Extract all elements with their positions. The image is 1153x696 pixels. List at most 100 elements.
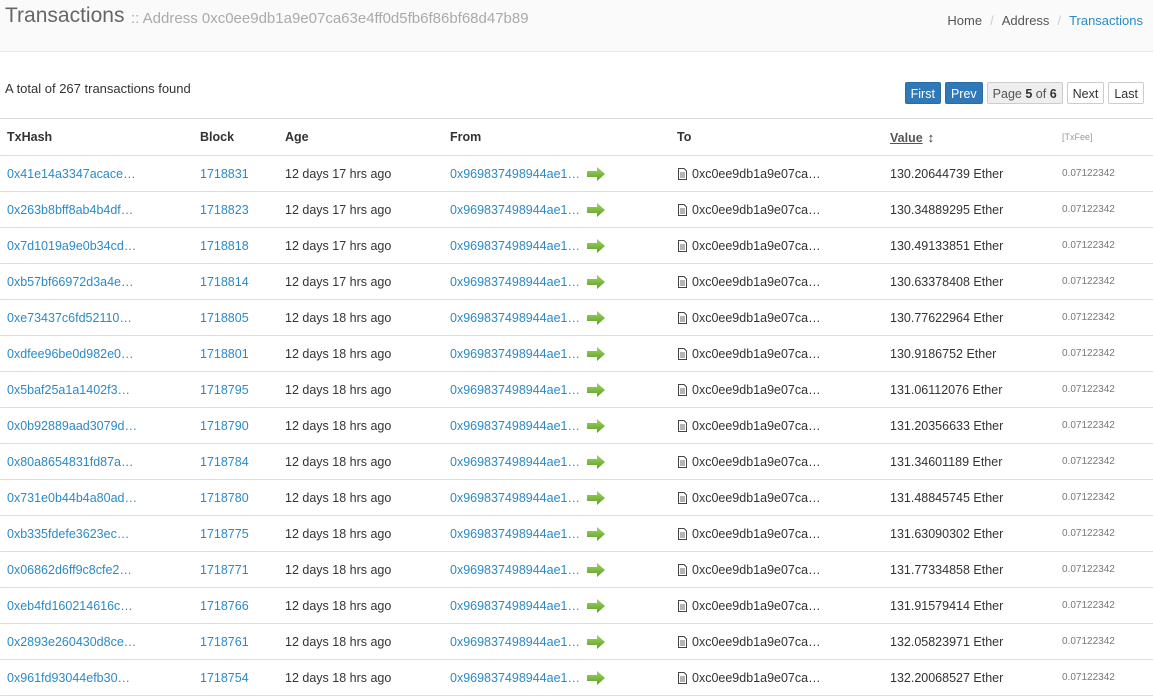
to-cell: 0xc0ee9db1a9e07ca… bbox=[670, 155, 883, 192]
from-address-link[interactable]: 0x969837498944ae1… bbox=[450, 671, 580, 685]
from-address-link[interactable]: 0x969837498944ae1… bbox=[450, 239, 580, 253]
txhash-cell: 0x263b8bff8ab4b4df… bbox=[0, 191, 193, 228]
to-address: 0xc0ee9db1a9e07ca… bbox=[692, 526, 821, 541]
from-address-link[interactable]: 0x969837498944ae1… bbox=[450, 455, 580, 469]
column-header-block: Block bbox=[193, 118, 278, 156]
txhash-link[interactable]: 0x731e0b44b4a80ad… bbox=[7, 491, 137, 505]
to-cell: 0xc0ee9db1a9e07ca… bbox=[670, 551, 883, 588]
of-label: of bbox=[1035, 87, 1047, 101]
to-address: 0xc0ee9db1a9e07ca… bbox=[692, 454, 821, 469]
txhash-cell: 0xe73437c6fd52110… bbox=[0, 299, 193, 336]
txhash-link[interactable]: 0x7d1019a9e0b34cd… bbox=[7, 239, 136, 253]
from-address-link[interactable]: 0x969837498944ae1… bbox=[450, 347, 580, 361]
age-cell: 12 days 18 hrs ago bbox=[278, 479, 443, 516]
breadcrumb-address[interactable]: Address bbox=[1002, 13, 1050, 28]
document-icon bbox=[678, 671, 687, 684]
age-cell: 12 days 18 hrs ago bbox=[278, 335, 443, 372]
age-cell: 12 days 18 hrs ago bbox=[278, 299, 443, 336]
from-cell: 0x969837498944ae1… bbox=[443, 227, 670, 264]
to-address: 0xc0ee9db1a9e07ca… bbox=[692, 310, 821, 325]
block-link[interactable]: 1718801 bbox=[200, 347, 249, 361]
from-address-link[interactable]: 0x969837498944ae1… bbox=[450, 167, 580, 181]
table-row: 0x961fd93044efb30… 1718754 12 days 18 hr… bbox=[0, 659, 1153, 696]
value-cell: 130.9186752 Ether bbox=[883, 335, 1055, 372]
right-arrow-icon bbox=[586, 562, 605, 577]
txhash-link[interactable]: 0xb335fdefe3623ec… bbox=[7, 527, 129, 541]
block-link[interactable]: 1718805 bbox=[200, 311, 249, 325]
value-sort-link[interactable]: Value bbox=[890, 131, 923, 145]
txhash-link[interactable]: 0x06862d6ff9c8cfe2… bbox=[7, 563, 132, 577]
block-link[interactable]: 1718780 bbox=[200, 491, 249, 505]
right-arrow-icon bbox=[586, 454, 605, 469]
value-cell: 130.34889295 Ether bbox=[883, 191, 1055, 228]
from-address-link[interactable]: 0x969837498944ae1… bbox=[450, 383, 580, 397]
txhash-link[interactable]: 0x263b8bff8ab4b4df… bbox=[7, 203, 133, 217]
block-link[interactable]: 1718761 bbox=[200, 635, 249, 649]
txhash-link[interactable]: 0xe73437c6fd52110… bbox=[7, 311, 132, 325]
txhash-link[interactable]: 0x41e14a3347acace… bbox=[7, 167, 136, 181]
from-cell: 0x969837498944ae1… bbox=[443, 371, 670, 408]
sort-icon[interactable]: ↕ bbox=[928, 130, 935, 145]
block-link[interactable]: 1718771 bbox=[200, 563, 249, 577]
block-cell: 1718784 bbox=[193, 443, 278, 480]
age-cell: 12 days 18 hrs ago bbox=[278, 551, 443, 588]
right-arrow-icon bbox=[586, 346, 605, 361]
txhash-link[interactable]: 0xeb4fd160214616c… bbox=[7, 599, 133, 613]
table-row: 0xb335fdefe3623ec… 1718775 12 days 18 hr… bbox=[0, 515, 1153, 552]
from-address-link[interactable]: 0x969837498944ae1… bbox=[450, 311, 580, 325]
block-link[interactable]: 1718784 bbox=[200, 455, 249, 469]
document-icon bbox=[678, 563, 687, 576]
block-link[interactable]: 1718831 bbox=[200, 167, 249, 181]
to-cell: 0xc0ee9db1a9e07ca… bbox=[670, 443, 883, 480]
block-link[interactable]: 1718818 bbox=[200, 239, 249, 253]
right-arrow-icon bbox=[586, 310, 605, 325]
block-link[interactable]: 1718790 bbox=[200, 419, 249, 433]
txhash-link[interactable]: 0x0b92889aad3079d… bbox=[7, 419, 137, 433]
txhash-link[interactable]: 0x5baf25a1a1402f3… bbox=[7, 383, 130, 397]
right-arrow-icon bbox=[586, 274, 605, 289]
txhash-cell: 0x0b92889aad3079d… bbox=[0, 407, 193, 444]
to-address: 0xc0ee9db1a9e07ca… bbox=[692, 274, 821, 289]
txhash-link[interactable]: 0x961fd93044efb30… bbox=[7, 671, 130, 685]
from-address-link[interactable]: 0x969837498944ae1… bbox=[450, 527, 580, 541]
from-cell: 0x969837498944ae1… bbox=[443, 335, 670, 372]
block-link[interactable]: 1718754 bbox=[200, 671, 249, 685]
txfee-cell: 0.07122342 bbox=[1055, 479, 1153, 516]
right-arrow-icon bbox=[586, 526, 605, 541]
txhash-cell: 0x41e14a3347acace… bbox=[0, 155, 193, 192]
last-page-button[interactable]: Last bbox=[1108, 82, 1144, 104]
page-subtitle: :: Address 0xc0ee9db1a9e07ca63e4ff0d5fb6… bbox=[131, 10, 529, 27]
from-address-link[interactable]: 0x969837498944ae1… bbox=[450, 275, 580, 289]
column-header-to: To bbox=[670, 118, 883, 156]
txhash-link[interactable]: 0x80a8654831fd87a… bbox=[7, 455, 134, 469]
column-header-value[interactable]: Value ↕ bbox=[883, 118, 1055, 156]
from-address-link[interactable]: 0x969837498944ae1… bbox=[450, 635, 580, 649]
block-link[interactable]: 1718823 bbox=[200, 203, 249, 217]
from-address-link[interactable]: 0x969837498944ae1… bbox=[450, 419, 580, 433]
block-link[interactable]: 1718766 bbox=[200, 599, 249, 613]
from-address-link[interactable]: 0x969837498944ae1… bbox=[450, 599, 580, 613]
next-page-button[interactable]: Next bbox=[1066, 82, 1105, 104]
from-address-link[interactable]: 0x969837498944ae1… bbox=[450, 563, 580, 577]
txhash-link[interactable]: 0x2893e260430d8ce… bbox=[7, 635, 136, 649]
from-address-link[interactable]: 0x969837498944ae1… bbox=[450, 203, 580, 217]
from-address-link[interactable]: 0x969837498944ae1… bbox=[450, 491, 580, 505]
first-page-button[interactable]: First bbox=[904, 82, 941, 104]
block-link[interactable]: 1718814 bbox=[200, 275, 249, 289]
document-icon bbox=[678, 419, 687, 432]
table-row: 0xeb4fd160214616c… 1718766 12 days 18 hr… bbox=[0, 587, 1153, 624]
from-cell: 0x969837498944ae1… bbox=[443, 155, 670, 192]
txfee-cell: 0.07122342 bbox=[1055, 659, 1153, 696]
prev-page-button[interactable]: Prev bbox=[944, 82, 983, 104]
txhash-cell: 0x2893e260430d8ce… bbox=[0, 623, 193, 660]
breadcrumb-home[interactable]: Home bbox=[947, 13, 982, 28]
txhash-link[interactable]: 0xdfee96be0d982e0… bbox=[7, 347, 134, 361]
transactions-table: TxHash Block Age From To Value ↕ [TxFee] … bbox=[0, 118, 1153, 696]
to-address: 0xc0ee9db1a9e07ca… bbox=[692, 598, 821, 613]
right-arrow-icon bbox=[586, 238, 605, 253]
from-cell: 0x969837498944ae1… bbox=[443, 407, 670, 444]
page-label: Page bbox=[992, 87, 1022, 101]
block-link[interactable]: 1718795 bbox=[200, 383, 249, 397]
txhash-link[interactable]: 0xb57bf66972d3a4e… bbox=[7, 275, 134, 289]
block-link[interactable]: 1718775 bbox=[200, 527, 249, 541]
